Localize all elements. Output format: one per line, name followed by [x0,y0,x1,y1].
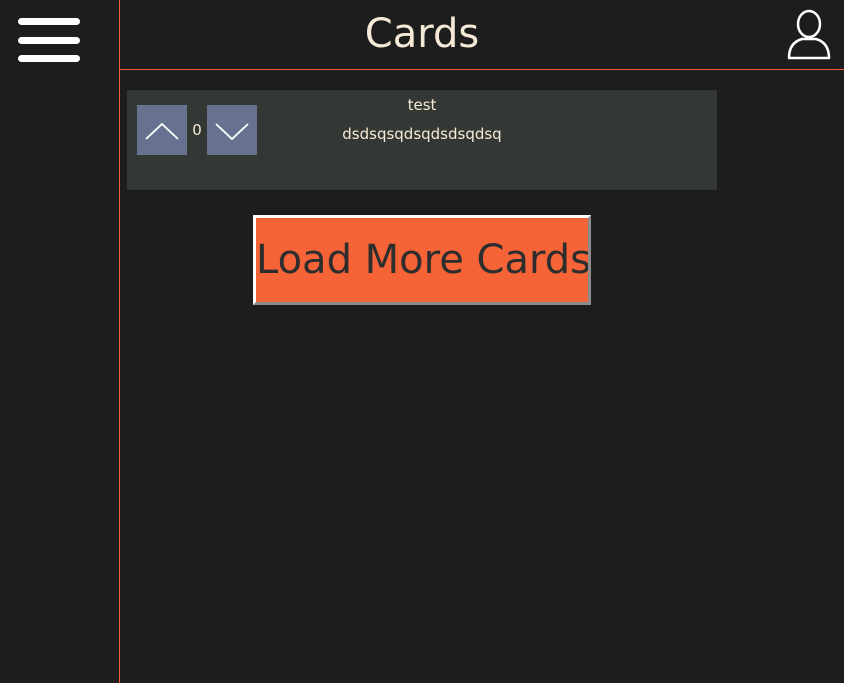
downvote-button[interactable] [207,105,257,155]
card: test dsdsqsqdsqdsdsqdsq 0 [127,90,717,190]
hamburger-menu-icon[interactable] [18,18,80,64]
upvote-button[interactable] [137,105,187,155]
header: Cards [120,0,844,70]
menu-bar [18,55,80,62]
chevron-up-icon [145,122,179,140]
menu-bar [18,18,80,25]
page-title: Cards [364,11,480,57]
menu-bar [18,37,80,44]
user-profile-icon[interactable] [785,8,833,62]
user-profile-icon-graphic [787,9,831,60]
chevron-down-icon [215,123,249,141]
vote-count: 0 [192,121,202,139]
sidebar [0,0,120,683]
load-more-cards-button[interactable]: Load More Cards [253,215,591,305]
